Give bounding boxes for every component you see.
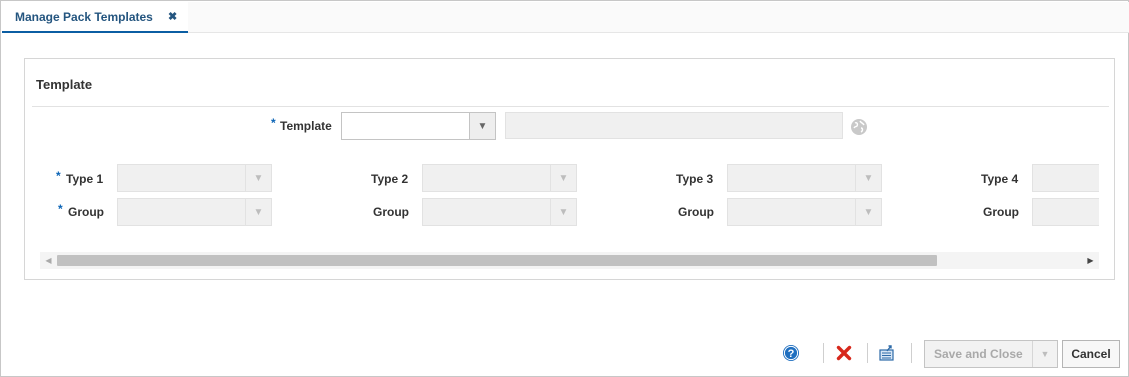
group-1-select[interactable]: ▼	[117, 198, 272, 226]
scrollbar-thumb[interactable]	[57, 255, 937, 266]
horizontal-scrollbar[interactable]: ◀ ▶	[40, 252, 1099, 269]
scroll-right-icon[interactable]: ▶	[1082, 252, 1099, 269]
tab-manage-pack-templates[interactable]: Manage Pack Templates	[2, 2, 188, 33]
save-and-close-label: Save and Close	[934, 347, 1023, 361]
template-select[interactable]: ▼	[341, 112, 496, 140]
chevron-down-icon[interactable]: ▼	[469, 113, 495, 139]
required-marker: *	[58, 202, 63, 216]
cancel-button[interactable]: Cancel	[1062, 340, 1120, 368]
chevron-down-icon[interactable]: ▼	[245, 199, 271, 225]
window-frame: Manage Pack Templates ✖ Template * Templ…	[0, 0, 1129, 377]
scroll-left-icon[interactable]: ◀	[40, 252, 57, 269]
group-2-select[interactable]: ▼	[422, 198, 577, 226]
template-description-field	[505, 112, 843, 139]
chevron-down-icon[interactable]: ▼	[855, 165, 881, 191]
chevron-down-icon[interactable]: ▼	[855, 199, 881, 225]
help-icon[interactable]: ?	[782, 344, 800, 362]
required-marker: *	[271, 116, 276, 130]
group-3-select[interactable]: ▼	[727, 198, 882, 226]
type-4-label: Type 4	[981, 172, 1019, 186]
toolbar-divider	[823, 343, 824, 363]
delete-icon[interactable]	[835, 344, 853, 362]
chevron-down-icon[interactable]: ▼	[1032, 341, 1057, 367]
template-label: Template	[280, 119, 332, 133]
group-3-label: Group	[678, 205, 714, 219]
svg-text:?: ?	[788, 348, 795, 360]
tab-bar: Manage Pack Templates ✖	[2, 2, 1129, 33]
cancel-label: Cancel	[1071, 347, 1111, 361]
toolbar-divider	[911, 343, 912, 363]
panel-title: Template	[36, 77, 93, 92]
type-1-select[interactable]: ▼	[117, 164, 272, 192]
group-1-label: Group	[68, 205, 104, 219]
type-1-label: Type 1	[66, 172, 104, 186]
tab-label: Manage Pack Templates	[15, 9, 153, 24]
group-4-select[interactable]	[1032, 198, 1099, 226]
group-2-label: Group	[373, 205, 409, 219]
type-2-select[interactable]: ▼	[422, 164, 577, 192]
template-panel: Template * Template ▼ * Type 1 ▼ * Group…	[24, 58, 1115, 280]
required-marker: *	[56, 169, 61, 183]
export-icon[interactable]	[878, 344, 896, 362]
group-4-label: Group	[983, 205, 1019, 219]
type-3-label: Type 3	[676, 172, 714, 186]
type-4-select[interactable]	[1032, 164, 1099, 192]
toolbar-divider	[867, 343, 868, 363]
type-2-label: Type 2	[371, 172, 409, 186]
close-tab-icon[interactable]: ✖	[168, 10, 177, 23]
save-and-close-button[interactable]: Save and Close ▼	[924, 340, 1058, 368]
panel-divider	[32, 106, 1109, 107]
globe-icon[interactable]	[851, 119, 867, 135]
chevron-down-icon[interactable]: ▼	[550, 199, 576, 225]
chevron-down-icon[interactable]: ▼	[550, 165, 576, 191]
chevron-down-icon[interactable]: ▼	[245, 165, 271, 191]
type-3-select[interactable]: ▼	[727, 164, 882, 192]
